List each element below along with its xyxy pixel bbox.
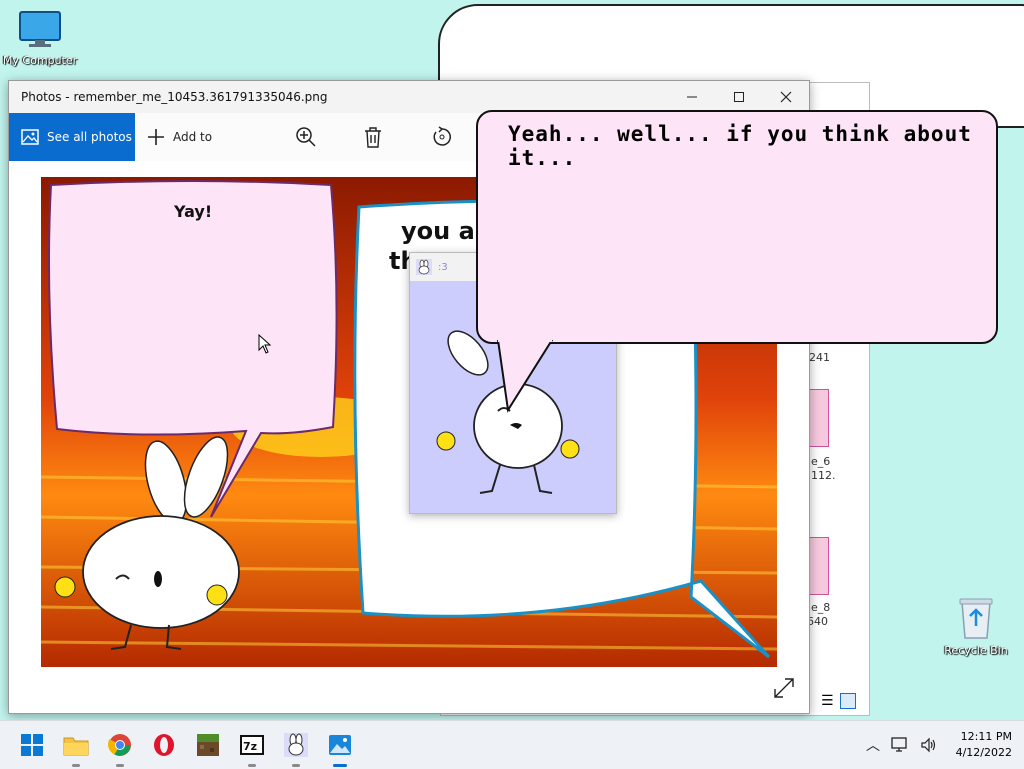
start-icon — [21, 734, 43, 756]
taskbar-opera[interactable] — [148, 729, 180, 761]
minimize-button[interactable] — [669, 81, 715, 113]
7zip-icon: 7z — [240, 735, 264, 755]
mini-window-title: :3 — [438, 261, 448, 273]
rotate-icon — [433, 126, 451, 146]
desktop-icon-label: My Computer — [2, 54, 78, 67]
maximize-button[interactable] — [716, 81, 762, 113]
plus-icon — [148, 129, 164, 145]
mouse-cursor-icon — [258, 334, 272, 354]
maximize-icon — [734, 92, 744, 102]
window-title: Photos - remember_me_10453.361791335046.… — [21, 90, 328, 104]
file-caption: e_8 — [811, 601, 831, 614]
speech-bubble-overlay: Yeah... well... if you think about it... — [476, 110, 998, 344]
chrome-icon — [108, 734, 131, 756]
speech-bubble-text: Yeah... well... if you think about it... — [508, 122, 972, 170]
rotate-button[interactable] — [431, 113, 453, 161]
minimize-icon — [687, 96, 697, 98]
svg-text:7z: 7z — [243, 740, 257, 753]
view-switcher[interactable]: ☰ — [821, 691, 861, 711]
taskbar-bunny-app[interactable] — [280, 729, 312, 767]
taskbar-clock[interactable]: 12:11 PM 4/12/2022 — [950, 729, 1012, 761]
monitor-icon — [19, 11, 61, 47]
file-thumbnail[interactable] — [809, 389, 829, 447]
clock-date: 4/12/2022 — [955, 746, 1012, 759]
recycle-bin-icon — [959, 598, 993, 639]
add-to-button[interactable]: Add to — [147, 113, 212, 161]
desktop-icon-label: Recycle Bin — [944, 644, 1008, 657]
details-view-icon[interactable]: ☰ — [821, 693, 834, 709]
right-bubble-text-1: you ar — [401, 217, 487, 245]
speech-bubble-tail — [496, 340, 554, 413]
desktop-icon-recycle-bin[interactable]: Recycle Bin — [938, 596, 1014, 657]
trash-icon — [365, 127, 381, 148]
chevron-up-icon[interactable]: ︿ — [866, 735, 880, 755]
taskbar-minecraft[interactable] — [192, 729, 224, 761]
file-caption: 112. — [811, 469, 836, 482]
bunny-app-icon — [416, 259, 432, 275]
add-to-label: Add to — [173, 130, 213, 144]
bunny-app-icon — [284, 733, 308, 757]
file-caption: e_6 — [811, 455, 831, 468]
photos-icon — [329, 735, 351, 755]
taskbar: 7z ︿ 12:11 PM 4/12/2022 — [0, 720, 1024, 769]
minecraft-icon — [197, 734, 219, 756]
taskbar-file-explorer[interactable] — [60, 729, 92, 767]
file-explorer-icon — [63, 737, 89, 756]
large-icons-view-icon[interactable] — [839, 693, 856, 709]
desktop-icon-my-computer[interactable]: My Computer — [0, 10, 80, 67]
file-caption: 241 — [809, 351, 830, 364]
close-icon — [780, 91, 792, 103]
opera-icon — [154, 734, 174, 756]
fullscreen-button[interactable] — [773, 677, 795, 702]
system-tray: ︿ — [866, 721, 938, 769]
close-button[interactable] — [763, 81, 809, 113]
clock-time: 12:11 PM — [960, 730, 1012, 743]
left-bubble-text: Yay! — [173, 202, 212, 221]
file-caption: 640 — [807, 615, 828, 628]
volume-icon[interactable] — [920, 737, 938, 753]
expand-icon — [774, 678, 794, 698]
network-icon[interactable] — [890, 736, 910, 754]
file-thumbnail[interactable] — [809, 537, 829, 595]
start-button[interactable] — [16, 729, 48, 761]
delete-button[interactable] — [363, 113, 383, 161]
see-all-photos-button[interactable]: See all photos — [9, 113, 135, 161]
taskbar-chrome[interactable] — [104, 729, 136, 767]
photos-gallery-icon — [21, 129, 39, 145]
taskbar-7zip[interactable]: 7z — [236, 729, 268, 767]
title-bar[interactable]: Photos - remember_me_10453.361791335046.… — [9, 81, 809, 113]
taskbar-photos[interactable] — [324, 729, 356, 767]
see-all-photos-label: See all photos — [47, 130, 132, 144]
zoom-in-icon — [296, 127, 316, 147]
zoom-button[interactable] — [295, 113, 317, 161]
